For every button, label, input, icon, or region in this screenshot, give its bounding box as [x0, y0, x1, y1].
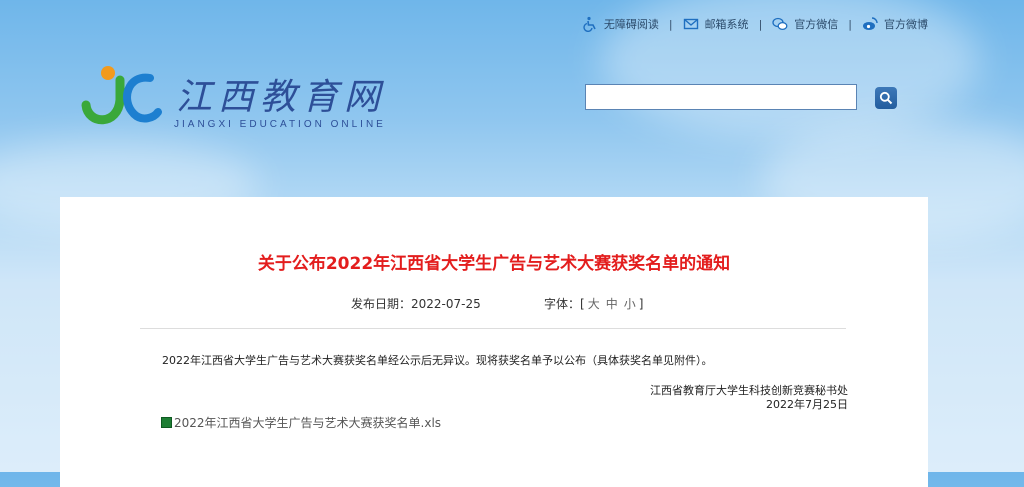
attachment-filename: 2022年江西省大学生广告与艺术大赛获奖名单.xls	[174, 416, 442, 430]
mail-link[interactable]: 邮箱系统	[683, 16, 749, 32]
font-size-medium[interactable]: 中	[603, 297, 621, 311]
article-title: 关于公布2022年江西省大学生广告与艺术大赛获奖名单的通知	[257, 254, 731, 274]
jx-logo-icon	[81, 66, 162, 125]
top-links-bar: 无障碍阅读 | 邮箱系统 | 官方微信 | 官方微博	[582, 16, 928, 32]
separator: |	[758, 17, 763, 31]
mail-label: 邮箱系统	[704, 18, 749, 31]
divider	[140, 328, 846, 329]
wechat-label: 官方微信	[794, 18, 839, 31]
separator: |	[668, 17, 673, 31]
font-size-small[interactable]: 小	[621, 297, 639, 311]
logo-subtitle: JIANGXI EDUCATION ONLINE	[174, 119, 386, 130]
mail-icon	[683, 18, 698, 30]
article-panel: 关于公布2022年江西省大学生广告与艺术大赛获奖名单的通知 发布日期：2022-…	[60, 197, 928, 487]
wechat-icon	[772, 17, 788, 31]
separator: |	[848, 17, 852, 31]
font-size-control: 字体：[大中小]	[544, 295, 643, 312]
attachment-link[interactable]: 2022年江西省大学生广告与艺术大赛获奖名单.xls	[161, 414, 441, 431]
article-signature: 江西省教育厅大学生科技创新竞赛秘书处 2022年7月25日	[650, 384, 848, 412]
signature-date: 2022年7月25日	[766, 398, 848, 411]
logo-title: 江西教育网	[176, 77, 387, 118]
search-button[interactable]	[875, 87, 897, 109]
accessibility-link[interactable]: 无障碍阅读	[582, 16, 659, 32]
signature-organization: 江西省教育厅大学生科技创新竞赛秘书处	[650, 384, 848, 397]
wechat-link[interactable]: 官方微信	[772, 16, 838, 32]
weibo-label: 官方微博	[884, 18, 928, 31]
article-body: 2022年江西省大学生广告与艺术大赛获奖名单经公示后无异议。现将获奖名单予以公布…	[162, 354, 713, 367]
weibo-link[interactable]: 官方微博	[862, 16, 928, 32]
excel-file-icon	[161, 417, 172, 428]
wheelchair-icon	[583, 16, 596, 32]
font-size-bracket: ]	[638, 297, 644, 311]
search-icon	[879, 91, 893, 105]
font-size-label: 字体：[	[544, 297, 585, 311]
publish-date: 发布日期：2022-07-25	[351, 297, 481, 311]
accessibility-label: 无障碍阅读	[603, 18, 659, 31]
site-logo[interactable]: 江西教育网 JIANGXI EDUCATION ONLINE	[78, 60, 398, 140]
font-size-large[interactable]: 大	[585, 297, 603, 311]
search-input[interactable]	[585, 84, 857, 110]
weibo-icon	[863, 17, 878, 30]
